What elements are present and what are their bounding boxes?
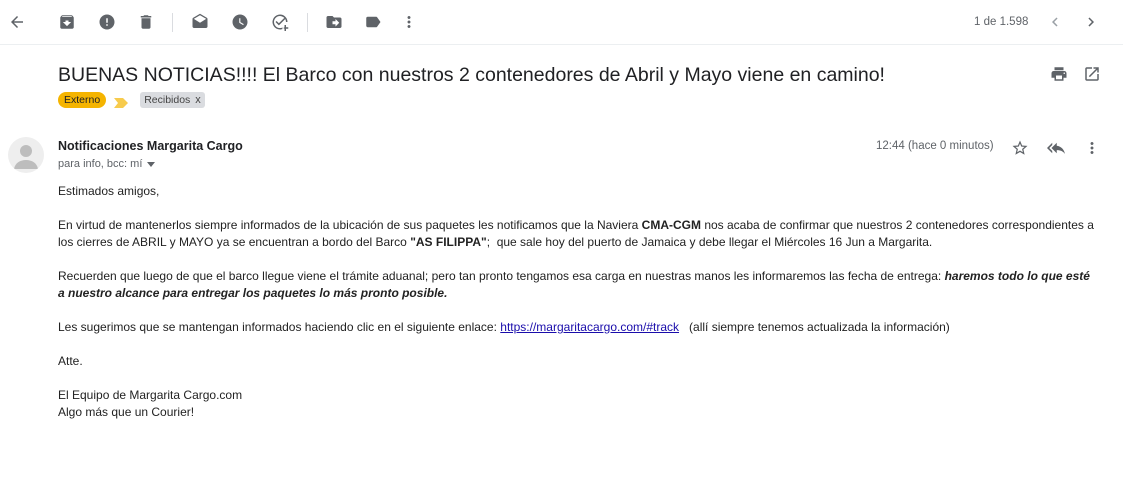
label-recibidos-text: Recibidos	[144, 94, 191, 106]
message-body: Estimados amigos, En virtud de mantenerl…	[58, 183, 1098, 421]
more-icon[interactable]	[397, 10, 421, 34]
back-icon[interactable]	[5, 10, 29, 34]
snooze-icon[interactable]	[228, 10, 252, 34]
label-icon[interactable]	[361, 10, 385, 34]
signature-line-2: Algo más que un Courier!	[58, 405, 195, 419]
archive-icon[interactable]	[55, 10, 79, 34]
mark-unread-icon[interactable]	[188, 10, 212, 34]
labels-row: Externo Recibidos x	[58, 92, 205, 108]
toolbar: 1 de 1.598	[0, 0, 1123, 45]
chevron-down-icon[interactable]	[146, 159, 156, 169]
label-externo[interactable]: Externo	[58, 92, 107, 108]
pager-count: 1 de 1.598	[974, 16, 1029, 28]
paragraph-3: Les sugerimos que se mantengan informado…	[58, 319, 1098, 336]
add-task-icon[interactable]	[268, 10, 292, 34]
importance-marker-icon[interactable]	[114, 95, 129, 108]
paragraph-2: Recuerden que luego de que el barco lleg…	[58, 268, 1098, 302]
p3-text-b: (allí siempre tenemos actualizada la inf…	[679, 320, 950, 334]
avatar[interactable]	[8, 137, 44, 173]
tracking-link[interactable]: https://margaritacargo.com/#track	[500, 320, 679, 334]
reply-all-icon[interactable]	[1045, 137, 1067, 159]
greeting: Estimados amigos,	[58, 184, 160, 198]
remove-label-icon[interactable]: x	[195, 93, 201, 107]
ship-name: "AS FILIPPA"	[410, 235, 487, 249]
message-time: 12:44 (hace 0 minutos)	[876, 140, 994, 152]
next-icon[interactable]	[1079, 10, 1103, 34]
closing: Atte.	[58, 354, 83, 368]
sender-name[interactable]: Notificaciones Margarita Cargo	[58, 139, 243, 153]
label-recibidos[interactable]: Recibidos x	[140, 92, 205, 108]
paragraph-1: En virtud de mantenerlos siempre informa…	[58, 217, 1098, 251]
toolbar-divider	[307, 13, 308, 32]
star-icon[interactable]	[1009, 137, 1031, 159]
p1-text-c: ; que sale hoy del puerto de Jamaica y d…	[486, 235, 933, 249]
signature-line-1: El Equipo de Margarita Cargo.com	[58, 388, 243, 402]
toolbar-divider	[172, 13, 173, 32]
recipients-line: para info, bcc: mí	[58, 158, 156, 170]
email-subject: BUENAS NOTICIAS!!!! El Barco con nuestro…	[58, 64, 885, 86]
move-to-icon[interactable]	[322, 10, 346, 34]
print-icon[interactable]	[1050, 65, 1070, 85]
p2-text-a: Recuerden que luego de que el barco lleg…	[58, 269, 945, 283]
p1-text-a: En virtud de mantenerlos siempre informa…	[58, 218, 642, 232]
recipients-text: para info, bcc: mí	[58, 158, 143, 170]
report-spam-icon[interactable]	[95, 10, 119, 34]
delete-icon[interactable]	[134, 10, 158, 34]
prev-icon[interactable]	[1043, 10, 1067, 34]
open-new-window-icon[interactable]	[1083, 65, 1103, 85]
more-vert-icon[interactable]	[1081, 137, 1103, 159]
shipping-line-name: CMA-CGM	[641, 218, 701, 232]
p3-text-a: Les sugerimos que se mantengan informado…	[58, 320, 501, 334]
